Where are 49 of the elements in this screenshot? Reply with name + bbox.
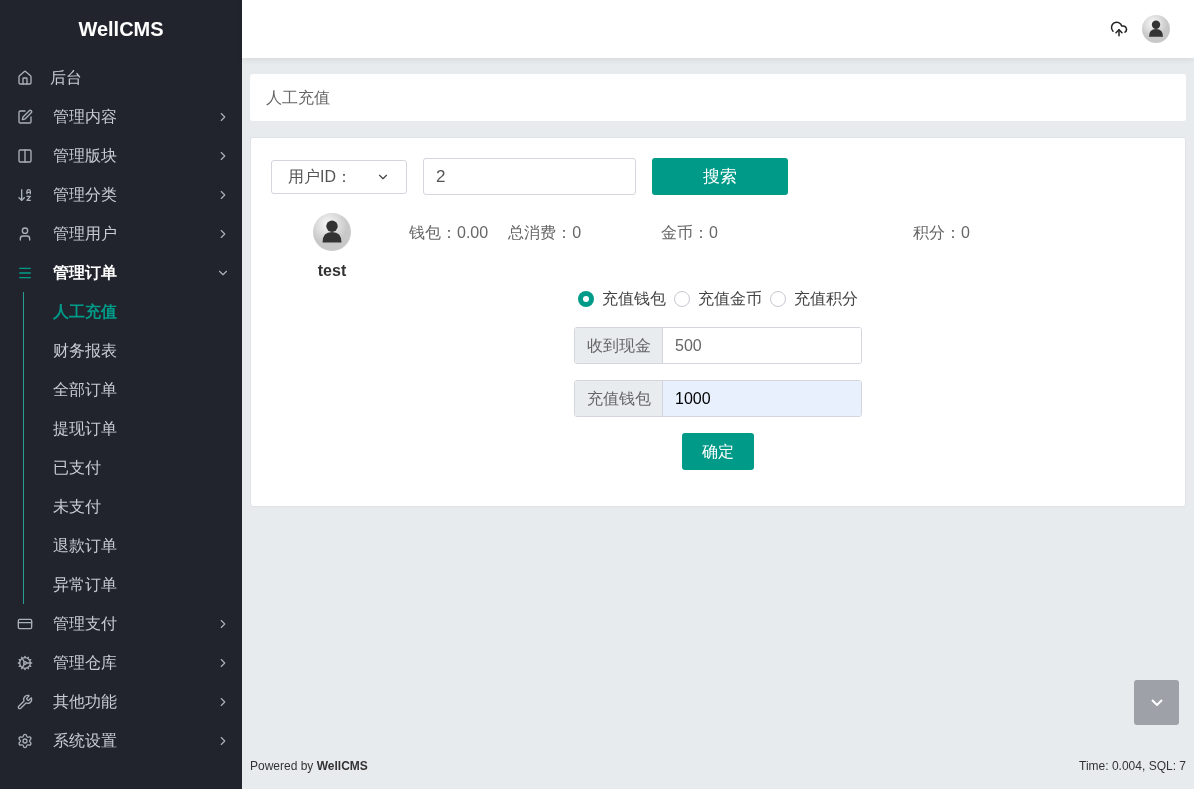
search-button[interactable]: 搜索	[652, 158, 788, 195]
powered-by-text: Powered by WellCMS	[250, 758, 368, 775]
sidebar-item[interactable]: 管理支付	[0, 604, 242, 643]
footer-stats: Time: 0.004, SQL: 7	[1079, 758, 1186, 775]
submenu-item[interactable]: 全部订单	[24, 370, 242, 409]
sidebar-item[interactable]: 管理版块	[0, 136, 242, 175]
sidebar-item[interactable]: 管理仓库	[0, 643, 242, 682]
recharge-radio[interactable]: 充值积分	[770, 287, 858, 311]
submenu-item[interactable]: 未支付	[24, 487, 242, 526]
avatar-icon	[1142, 15, 1170, 43]
submenu-item[interactable]: 人工充值	[24, 292, 242, 331]
cloud-upload-icon[interactable]	[1110, 20, 1128, 38]
user-id-select[interactable]: 用户ID：	[271, 159, 407, 194]
sidebar-item[interactable]: 其他功能	[0, 682, 242, 721]
user-stat: 积分：0	[913, 223, 970, 243]
sidebar-item[interactable]: 管理内容	[0, 97, 242, 136]
sidebar-item[interactable]: 系统设置	[0, 721, 242, 760]
wrench-icon	[17, 693, 33, 710]
submenu-item[interactable]: 退款订单	[24, 526, 242, 565]
pencil-icon	[17, 108, 33, 125]
amount-field[interactable]: 充值钱包 1000	[574, 380, 862, 417]
chevron-down-icon	[1150, 699, 1163, 706]
submenu-item[interactable]: 已支付	[24, 448, 242, 487]
user-stat: 总消费：0	[508, 223, 582, 243]
columns-icon	[17, 147, 33, 164]
submenu-item[interactable]: 提现订单	[24, 409, 242, 448]
sidebar-item[interactable]: 管理分类	[0, 175, 242, 214]
amount-field[interactable]: 收到现金 500	[574, 327, 862, 364]
user-stat: 钱包：0.00	[409, 223, 489, 243]
recharge-radio[interactable]: 充值金币	[674, 287, 762, 311]
confirm-button[interactable]: 确定	[682, 433, 754, 470]
settings-icon	[17, 732, 33, 749]
field-label: 充值钱包	[575, 381, 663, 416]
user-stat: 金币：0	[661, 223, 718, 243]
home-icon	[17, 69, 33, 86]
submenu-item[interactable]: 异常订单	[24, 565, 242, 604]
submenu-item[interactable]: 财务报表	[24, 331, 242, 370]
user-name: test	[317, 261, 347, 281]
sidebar-item[interactable]: 管理订单	[0, 253, 242, 292]
field-label: 收到现金	[575, 328, 663, 363]
user-icon	[17, 225, 33, 242]
sidebar-item[interactable]: 管理用户	[0, 214, 242, 253]
user-avatar-icon	[313, 213, 351, 251]
sidebar-item[interactable]: 后台	[0, 58, 242, 97]
page-title: 人工充值	[266, 87, 330, 108]
sort-icon	[17, 186, 33, 203]
user-id-input[interactable]: 2	[423, 158, 636, 195]
recharge-radio[interactable]: 充值钱包	[578, 287, 666, 311]
brand-logo[interactable]: WellCMS	[0, 0, 242, 58]
